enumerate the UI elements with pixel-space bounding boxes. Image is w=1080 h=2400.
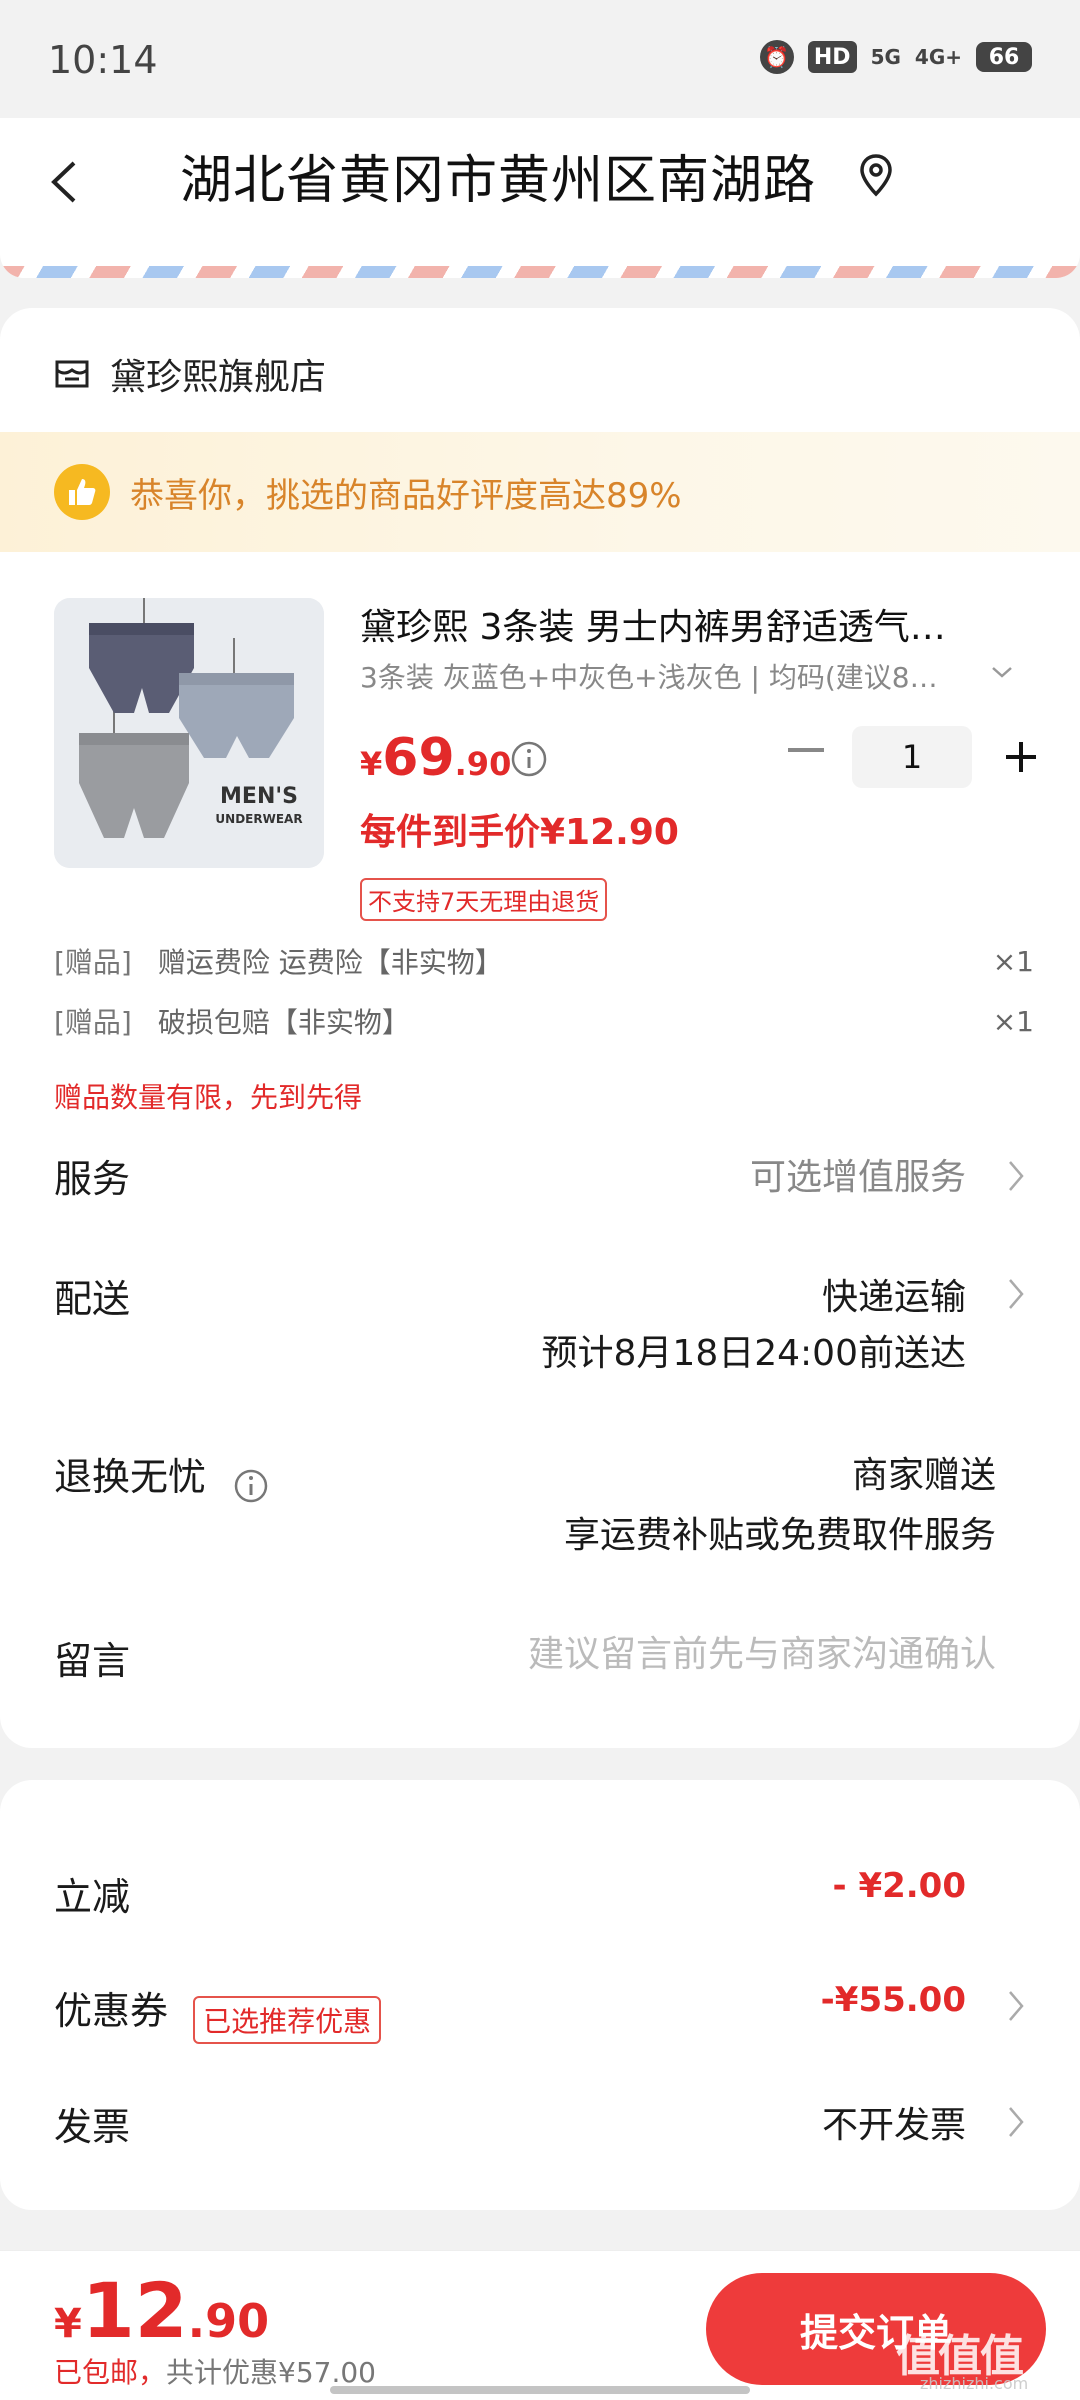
service-value: 可选增值服务	[749, 1157, 966, 1198]
minus-icon	[788, 748, 824, 752]
signal-5g-icon: 5G	[870, 45, 901, 69]
gift-name: 破损包赔【非实物】	[157, 1006, 410, 1039]
status-bar: 10:14 ⏰ HD 5G 4G+ 66	[0, 0, 1080, 118]
free-shipping-text: 已包邮，	[54, 2356, 167, 2389]
rating-text: 恭喜你，挑选的商品好评度高达89%	[130, 475, 682, 516]
price-currency: ¥	[360, 745, 383, 783]
message-label: 留言	[54, 1639, 131, 1683]
hd-voice-icon: HD	[807, 41, 857, 73]
status-time: 10:14	[48, 38, 158, 82]
gift-quantity: ×1	[992, 944, 1034, 978]
gift-note: 赠品数量有限，先到先得	[54, 1081, 363, 1114]
chevron-right-icon	[1006, 2104, 1026, 2140]
message-row: 留言	[54, 1626, 1026, 1694]
returns-row: 退换无忧 商家赠送 享运费补贴或免费取件服务	[54, 1446, 1026, 1576]
product-price: ¥ 69 .90	[360, 728, 511, 788]
airmail-stripe	[0, 266, 1080, 278]
address-text[interactable]: 湖北省黄冈市黄州区南湖路	[180, 138, 816, 213]
gift-item: [赠品] 赠运费险 运费险【非实物】 ×1	[54, 936, 1034, 986]
back-button[interactable]	[48, 142, 108, 222]
instant-discount-label: 立减	[54, 1875, 131, 1919]
total-decimal: .90	[187, 2294, 270, 2348]
shipping-label: 配送	[54, 1277, 131, 1321]
shop-row[interactable]: 黛珍熙旗舰店	[52, 348, 326, 400]
location-pin-icon[interactable]	[856, 150, 896, 206]
chevron-right-icon	[1006, 1276, 1026, 1312]
plus-icon	[1006, 742, 1036, 772]
coupon-row[interactable]: 优惠券 已选推荐优惠 -¥55.00	[54, 1980, 1026, 2044]
instant-discount-value: - ¥2.00	[832, 1866, 967, 1906]
coupon-value: -¥55.00	[820, 1980, 966, 2020]
signal-4g-icon: 4G+	[914, 45, 962, 69]
service-label: 服务	[54, 1157, 131, 1201]
invoice-row[interactable]: 发票 不开发票	[54, 2096, 1026, 2156]
price-decimal: .90	[454, 745, 512, 783]
returns-value: 商家赠送	[851, 1455, 996, 1496]
product-image-caption-2: UNDERWEAR	[215, 812, 302, 826]
total-saved-text: 共计优惠¥57.00	[166, 2356, 376, 2389]
thumbs-up-icon	[54, 464, 110, 520]
quantity-value[interactable]: 1	[852, 726, 972, 788]
service-row[interactable]: 服务 可选增值服务	[54, 1148, 1026, 1218]
shipping-row[interactable]: 配送 快递运输 预计8月18日24:00前送达	[54, 1268, 1026, 1388]
gift-tag: [赠品]	[54, 1006, 132, 1039]
shipping-eta: 预计8月18日24:00前送达	[541, 1333, 966, 1374]
gift-item: [赠品] 破损包赔【非实物】 ×1	[54, 996, 1034, 1046]
chevron-down-icon[interactable]	[988, 658, 1016, 686]
chevron-left-icon	[51, 161, 76, 203]
rating-banner: 恭喜你，挑选的商品好评度高达89%	[0, 432, 1080, 552]
watermark-url: zhizhizhi.com	[920, 2374, 1029, 2393]
price-info-icon[interactable]	[510, 740, 548, 778]
price-integer: 69	[382, 728, 455, 788]
address-header[interactable]: 湖北省黄冈市黄州区南湖路	[0, 118, 1080, 278]
quantity-increase-button[interactable]	[990, 726, 1052, 788]
product-title[interactable]: 黛珍熙 3条装 男士内裤男舒适透气…	[360, 598, 1000, 650]
returns-label: 退换无忧	[54, 1455, 207, 1499]
message-input[interactable]	[396, 1626, 996, 1682]
product-spec[interactable]: 3条装 灰蓝色+中灰色+浅灰色 | 均码(建议8…	[360, 656, 960, 696]
coupon-tag: 已选推荐优惠	[193, 1995, 382, 2044]
shop-name: 黛珍熙旗舰店	[110, 357, 327, 398]
total-price: ¥ 12 .90	[54, 2273, 269, 2349]
gift-tag: [赠品]	[54, 946, 132, 979]
unit-price: 每件到手价¥12.90	[360, 812, 679, 853]
battery-icon: 66	[976, 42, 1032, 72]
instant-discount-row: 立减 - ¥2.00	[54, 1866, 1026, 1926]
gift-quantity: ×1	[992, 1004, 1034, 1038]
returns-desc: 享运费补贴或免费取件服务	[563, 1515, 996, 1556]
alarm-icon: ⏰	[759, 40, 794, 74]
coupon-label: 优惠券	[54, 1989, 169, 2033]
product-image-caption-1: MEN'S	[220, 784, 298, 809]
product-image[interactable]: MEN'S UNDERWEAR	[54, 598, 324, 868]
invoice-value: 不开发票	[821, 2105, 966, 2146]
returns-info-icon[interactable]	[233, 1468, 269, 1504]
invoice-label: 发票	[54, 2105, 131, 2149]
return-policy-tag: 不支持7天无理由退货	[360, 878, 608, 921]
total-currency: ¥	[54, 2301, 82, 2347]
total-note: 已包邮，共计优惠¥57.00	[54, 2351, 376, 2391]
order-card: 黛珍熙旗舰店 恭喜你，挑选的商品好评度高达89% MEN'S UNDERWEAR…	[0, 308, 1080, 1748]
home-indicator[interactable]	[330, 2386, 750, 2394]
gift-name: 赠运费险 运费险【非实物】	[157, 946, 503, 979]
discount-card: 立减 - ¥2.00 优惠券 已选推荐优惠 -¥55.00 发票 不开发票	[0, 1780, 1080, 2210]
chevron-right-icon	[1006, 1988, 1026, 2024]
status-icons: ⏰ HD 5G 4G+ 66	[759, 40, 1032, 74]
shop-icon	[55, 360, 89, 388]
shipping-value: 快递运输	[821, 1277, 966, 1318]
chevron-right-icon	[1006, 1158, 1026, 1194]
total-integer: 12	[81, 2266, 188, 2355]
product-image-art: MEN'S UNDERWEAR	[54, 598, 324, 868]
